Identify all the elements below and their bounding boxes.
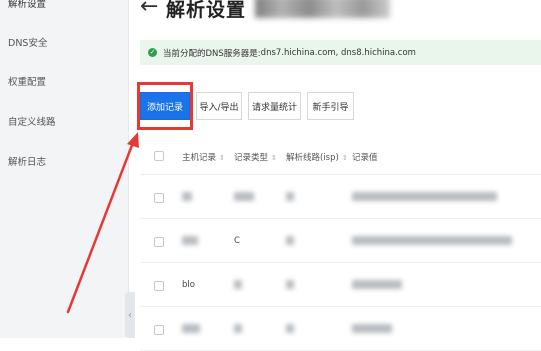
redacted-line (286, 280, 294, 289)
sidebar-collapse-handle[interactable]: ‹ (125, 292, 135, 338)
back-arrow-icon[interactable]: ← (140, 0, 158, 19)
query-stats-button[interactable]: 请求量统计 (248, 92, 301, 120)
sort-icon[interactable]: ⇕ (219, 154, 225, 162)
add-record-button[interactable]: 添加记录 (140, 92, 190, 120)
table-row[interactable] (140, 178, 541, 219)
select-all-checkbox[interactable] (154, 151, 164, 161)
sort-icon[interactable]: ⇕ (342, 154, 348, 162)
notice-label: 当前分配的DNS服务器是: (163, 48, 261, 59)
check-circle-icon: ✓ (148, 48, 157, 57)
page-title: 解析设置 (166, 0, 247, 21)
sort-icon[interactable]: ⇕ (271, 154, 277, 162)
redacted-value (352, 192, 497, 201)
column-line[interactable]: 解析线路(isp) ⇕ (286, 151, 348, 163)
redacted-host (182, 236, 198, 245)
sidebar-item-weight-config[interactable]: 权重配置 (8, 74, 46, 88)
row-checkbox[interactable] (154, 193, 164, 203)
redacted-host (182, 324, 200, 333)
redacted-host (182, 192, 192, 201)
table-row[interactable]: blo (140, 266, 541, 307)
row-checkbox[interactable] (154, 237, 164, 247)
record-type: C (234, 236, 240, 246)
sidebar-item-dns-security[interactable]: DNS安全 (8, 35, 47, 49)
redacted-value (352, 280, 402, 289)
sidebar-item-dns-settings[interactable]: 解析设置 (8, 0, 46, 10)
redacted-value (352, 324, 392, 333)
redacted-domain (255, 0, 390, 18)
sidebar-item-custom-line[interactable]: 自定义线路 (8, 114, 56, 128)
table-header: 主机记录 ⇕ 记录类型 ⇕ 解析线路(isp) ⇕ 记录值 (140, 140, 541, 175)
column-value: 记录值 (352, 153, 378, 163)
dns-server-notice: ✓ 当前分配的DNS服务器是: dns7.hichina.com, dns8.h… (140, 40, 541, 65)
sidebar-item-dns-log[interactable]: 解析日志 (8, 154, 46, 168)
redacted-line (286, 192, 294, 201)
notice-dns-servers: dns7.hichina.com, dns8.hichina.com (260, 47, 416, 58)
table-row[interactable]: C (140, 222, 541, 263)
host-record: blo (182, 280, 195, 290)
redacted-type (234, 280, 242, 289)
import-export-button[interactable]: 导入/导出 (196, 92, 242, 120)
column-type[interactable]: 记录类型 ⇕ (234, 151, 277, 163)
table-row[interactable] (140, 310, 541, 351)
redacted-type (234, 324, 242, 333)
beginner-guide-button[interactable]: 新手引导 (307, 92, 354, 120)
column-host[interactable]: 主机记录 ⇕ (182, 151, 225, 163)
row-checkbox[interactable] (154, 325, 164, 335)
sidebar: 解析设置 DNS安全 权重配置 自定义线路 解析日志 (0, 0, 129, 338)
redacted-line (286, 324, 294, 333)
redacted-value (352, 236, 512, 245)
row-checkbox[interactable] (154, 281, 164, 291)
redacted-type (234, 192, 254, 201)
redacted-line (286, 236, 294, 245)
